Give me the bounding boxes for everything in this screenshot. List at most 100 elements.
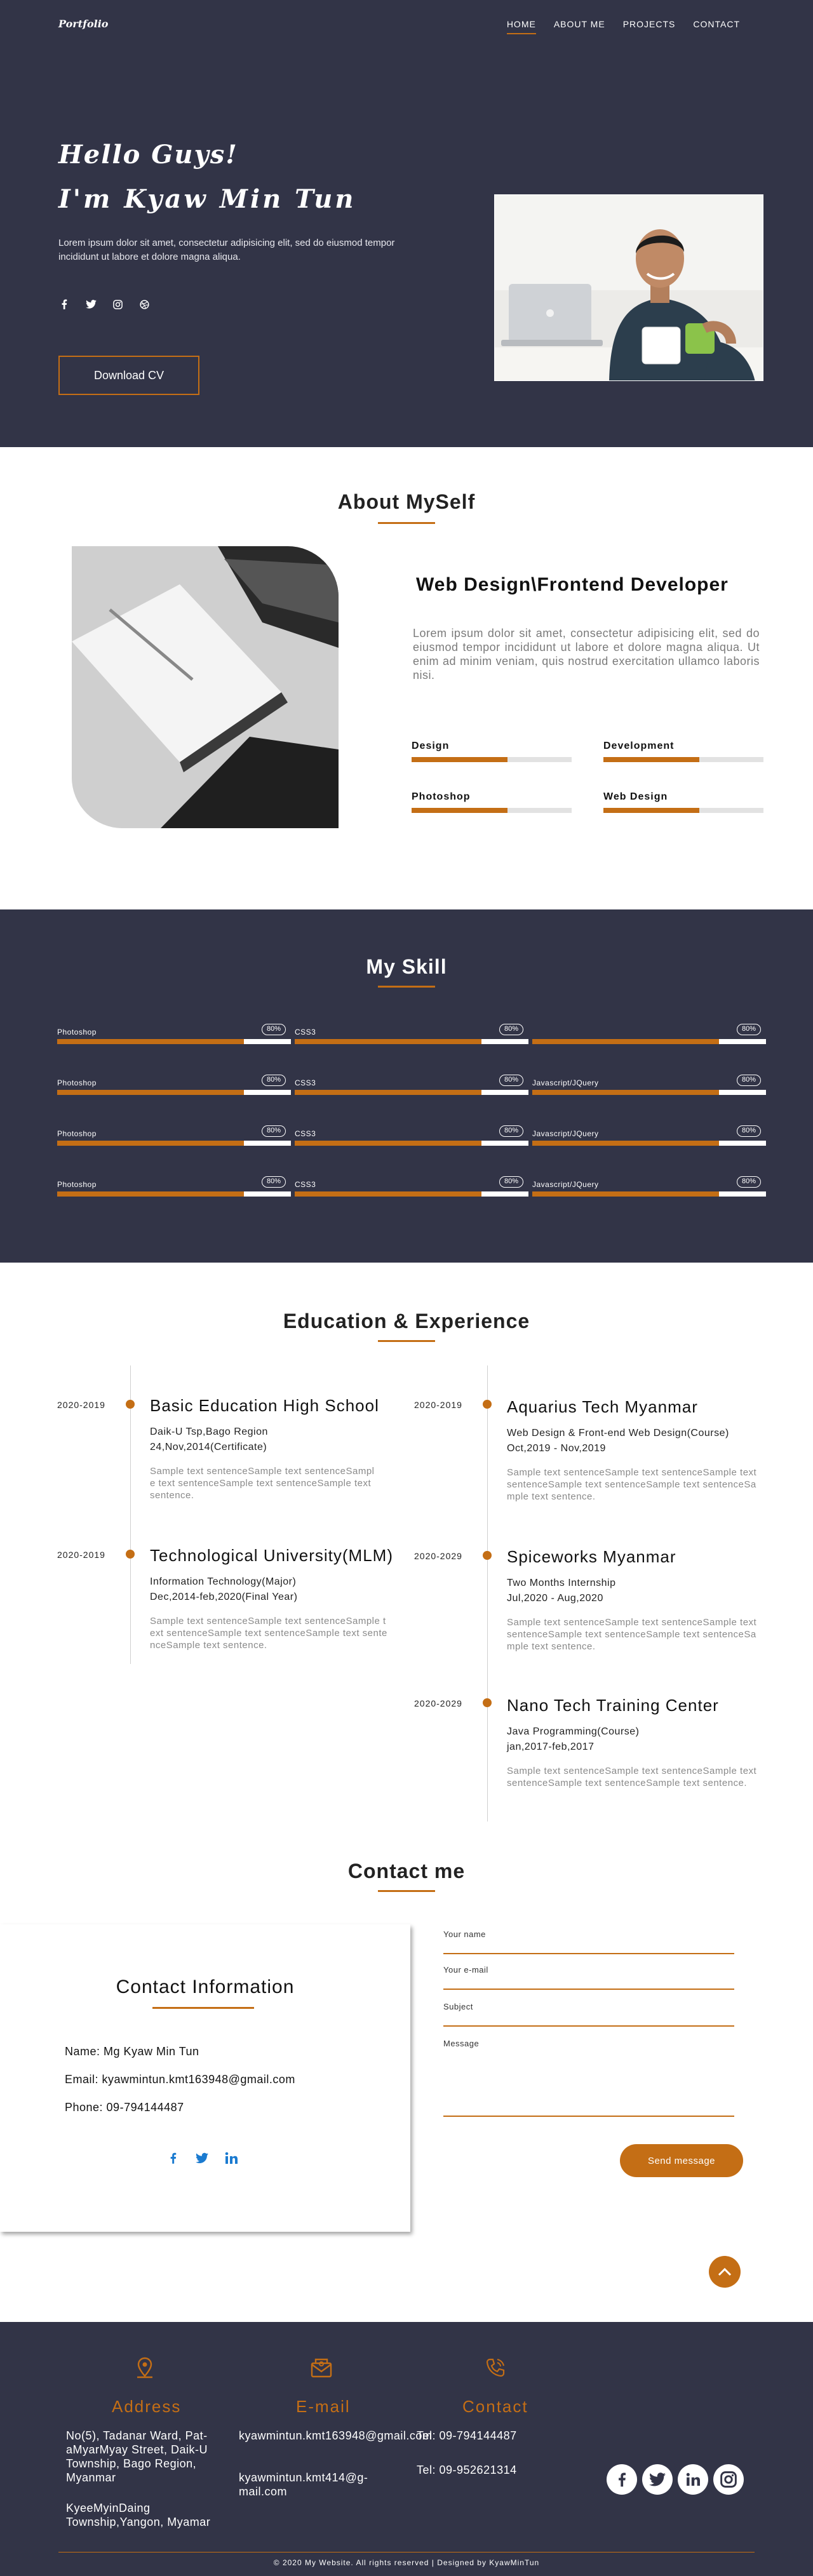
your-email-field: Your e-mail bbox=[443, 1965, 734, 1990]
nav-menu: HOME ABOUT ME PROJECTS CONTACT bbox=[506, 19, 740, 34]
education-title: Education & Experience bbox=[283, 1310, 530, 1332]
edu-title: Spiceworks Myanmar bbox=[507, 1547, 676, 1566]
instagram-icon[interactable] bbox=[112, 299, 123, 310]
download-cv-button[interactable]: Download CV bbox=[58, 356, 199, 395]
skill-bar: Javascript/JQuery 80% bbox=[532, 1176, 766, 1202]
subject-label: Subject bbox=[443, 2002, 473, 2011]
skill-track bbox=[532, 1191, 766, 1197]
footer-email-line2: kyawmintun.kmt414@g-mail.com bbox=[239, 2471, 368, 2498]
skill-bar: Photoshop 80% bbox=[57, 1075, 291, 1100]
contact-info-title: Contact Information bbox=[116, 1976, 295, 1997]
facebook-icon[interactable] bbox=[58, 299, 70, 310]
footer-contact-head: Contact bbox=[462, 2397, 528, 2416]
footer-address-line2: KyeeMyinDaing Township,Yangon, Myamar bbox=[66, 2502, 211, 2528]
your-email-input[interactable] bbox=[443, 1978, 734, 1989]
edu-date: 2020-2019 bbox=[414, 1400, 462, 1410]
skill-bar: Photoshop 80% bbox=[57, 1125, 291, 1151]
skill-percent-badge: 80% bbox=[499, 1024, 523, 1035]
edu-sub: Daik-U Tsp,Bago Region 24,Nov,2014(Certi… bbox=[150, 1426, 268, 1452]
skill-percent-badge: 80% bbox=[262, 1125, 286, 1137]
timeline-dot bbox=[126, 1550, 135, 1559]
about-bar-fill bbox=[603, 757, 700, 762]
skill-track bbox=[532, 1039, 766, 1044]
about-bar-design: Design bbox=[412, 741, 572, 762]
skill-percent-badge: 80% bbox=[737, 1125, 761, 1137]
about-bar-web-design: Web Design bbox=[603, 791, 763, 813]
edu-title: Basic Education High School bbox=[150, 1396, 379, 1415]
skill-track bbox=[532, 1141, 766, 1146]
skill-label: Javascript/JQuery bbox=[532, 1129, 599, 1138]
timeline-dot bbox=[483, 1400, 492, 1409]
skill-bar: CSS3 80% bbox=[295, 1024, 528, 1049]
edu-date: 2020-2019 bbox=[57, 1550, 105, 1560]
facebook-icon[interactable] bbox=[607, 2464, 637, 2495]
your-name-input[interactable] bbox=[443, 1943, 734, 1953]
subject-field: Subject bbox=[443, 2002, 734, 2027]
message-field: Message bbox=[443, 2039, 734, 2117]
skill-track bbox=[532, 1090, 766, 1095]
send-message-button[interactable]: Send message bbox=[620, 2144, 743, 2177]
timeline-line-right bbox=[487, 1365, 488, 1821]
skill-percent-badge: 80% bbox=[499, 1125, 523, 1137]
footer-socials bbox=[607, 2464, 744, 2495]
skill-bar: Javascript/JQuery 80% bbox=[532, 1125, 766, 1151]
facebook-icon[interactable] bbox=[166, 2152, 179, 2164]
skill-label: Photoshop bbox=[57, 1078, 97, 1087]
footer-contact-line1: Tel: 09-794144487 bbox=[417, 2429, 517, 2442]
skill-fill bbox=[532, 1191, 720, 1197]
twitter-icon[interactable] bbox=[196, 2152, 208, 2164]
contact-info-name: Name: Mg Kyaw Min Tun bbox=[65, 2045, 199, 2058]
footer: Address No(5), Tadanar Ward, Pat-aMyarMy… bbox=[0, 2322, 813, 2576]
top-nav: Portfolio HOME ABOUT ME PROJECTS CONTACT bbox=[0, 0, 813, 51]
skill-fill bbox=[57, 1191, 245, 1197]
footer-divider bbox=[58, 2552, 755, 2553]
skill-track bbox=[295, 1191, 528, 1197]
skill-label: CSS3 bbox=[295, 1078, 316, 1087]
message-textarea[interactable] bbox=[443, 2052, 734, 2116]
skill-bar: Photoshop 80% bbox=[57, 1024, 291, 1049]
linkedin-icon[interactable] bbox=[678, 2464, 708, 2495]
edu-item-spiceworks: Spiceworks Myanmar Two Months Internship… bbox=[507, 1547, 761, 1653]
edu-desc: Sample text sentenceSample text sentence… bbox=[507, 1617, 757, 1652]
edu-title: Nano Tech Training Center bbox=[507, 1696, 719, 1715]
skill-percent-badge: 80% bbox=[737, 1176, 761, 1188]
skill-fill bbox=[57, 1090, 245, 1095]
linkedin-icon[interactable] bbox=[225, 2152, 238, 2164]
skill-fill bbox=[295, 1090, 482, 1095]
about-bar-label: Design bbox=[412, 741, 450, 751]
skill-percent-badge: 80% bbox=[499, 1075, 523, 1086]
footer-contact-line2: Tel: 09-952621314 bbox=[417, 2464, 517, 2476]
twitter-icon[interactable] bbox=[85, 299, 97, 310]
skill-label: Photoshop bbox=[57, 1180, 97, 1189]
edu-sub: Java Programming(Course) jan,2017-feb,20… bbox=[507, 1726, 640, 1752]
about-bar-fill bbox=[412, 808, 508, 813]
nav-about[interactable]: ABOUT ME bbox=[554, 19, 605, 34]
nav-projects[interactable]: PROJECTS bbox=[623, 19, 676, 34]
phone-icon bbox=[483, 2355, 508, 2380]
skill-percent-badge: 80% bbox=[262, 1024, 286, 1035]
hero-photo bbox=[495, 195, 763, 380]
edu-date: 2020-2029 bbox=[414, 1551, 462, 1561]
subject-input[interactable] bbox=[443, 2015, 734, 2025]
skill-label: Photoshop bbox=[57, 1129, 97, 1138]
skill-bar: CSS3 80% bbox=[295, 1125, 528, 1151]
nav-contact[interactable]: CONTACT bbox=[693, 19, 740, 34]
about-bar-fill bbox=[603, 808, 700, 813]
hero-name: I'm Kyaw Min Tun bbox=[58, 184, 356, 214]
skill-fill bbox=[295, 1039, 482, 1044]
scroll-to-top-button[interactable] bbox=[709, 2256, 741, 2288]
skill-fill bbox=[295, 1191, 482, 1197]
skill-percent-badge: 80% bbox=[262, 1176, 286, 1188]
timeline-dot bbox=[126, 1400, 135, 1409]
dribbble-icon[interactable] bbox=[138, 299, 150, 310]
footer-email-line1: kyawmintun.kmt163948@gmail.com bbox=[239, 2429, 433, 2442]
your-name-field: Your name bbox=[443, 1929, 734, 1954]
logo[interactable]: Portfolio bbox=[58, 18, 108, 30]
twitter-icon[interactable] bbox=[642, 2464, 673, 2495]
timeline-dot bbox=[483, 1551, 492, 1560]
education-title-underline bbox=[378, 1340, 435, 1342]
skill-percent-badge: 80% bbox=[262, 1075, 286, 1086]
nav-home[interactable]: HOME bbox=[506, 19, 536, 34]
instagram-icon[interactable] bbox=[713, 2464, 744, 2495]
chevron-up-icon bbox=[718, 2267, 732, 2276]
